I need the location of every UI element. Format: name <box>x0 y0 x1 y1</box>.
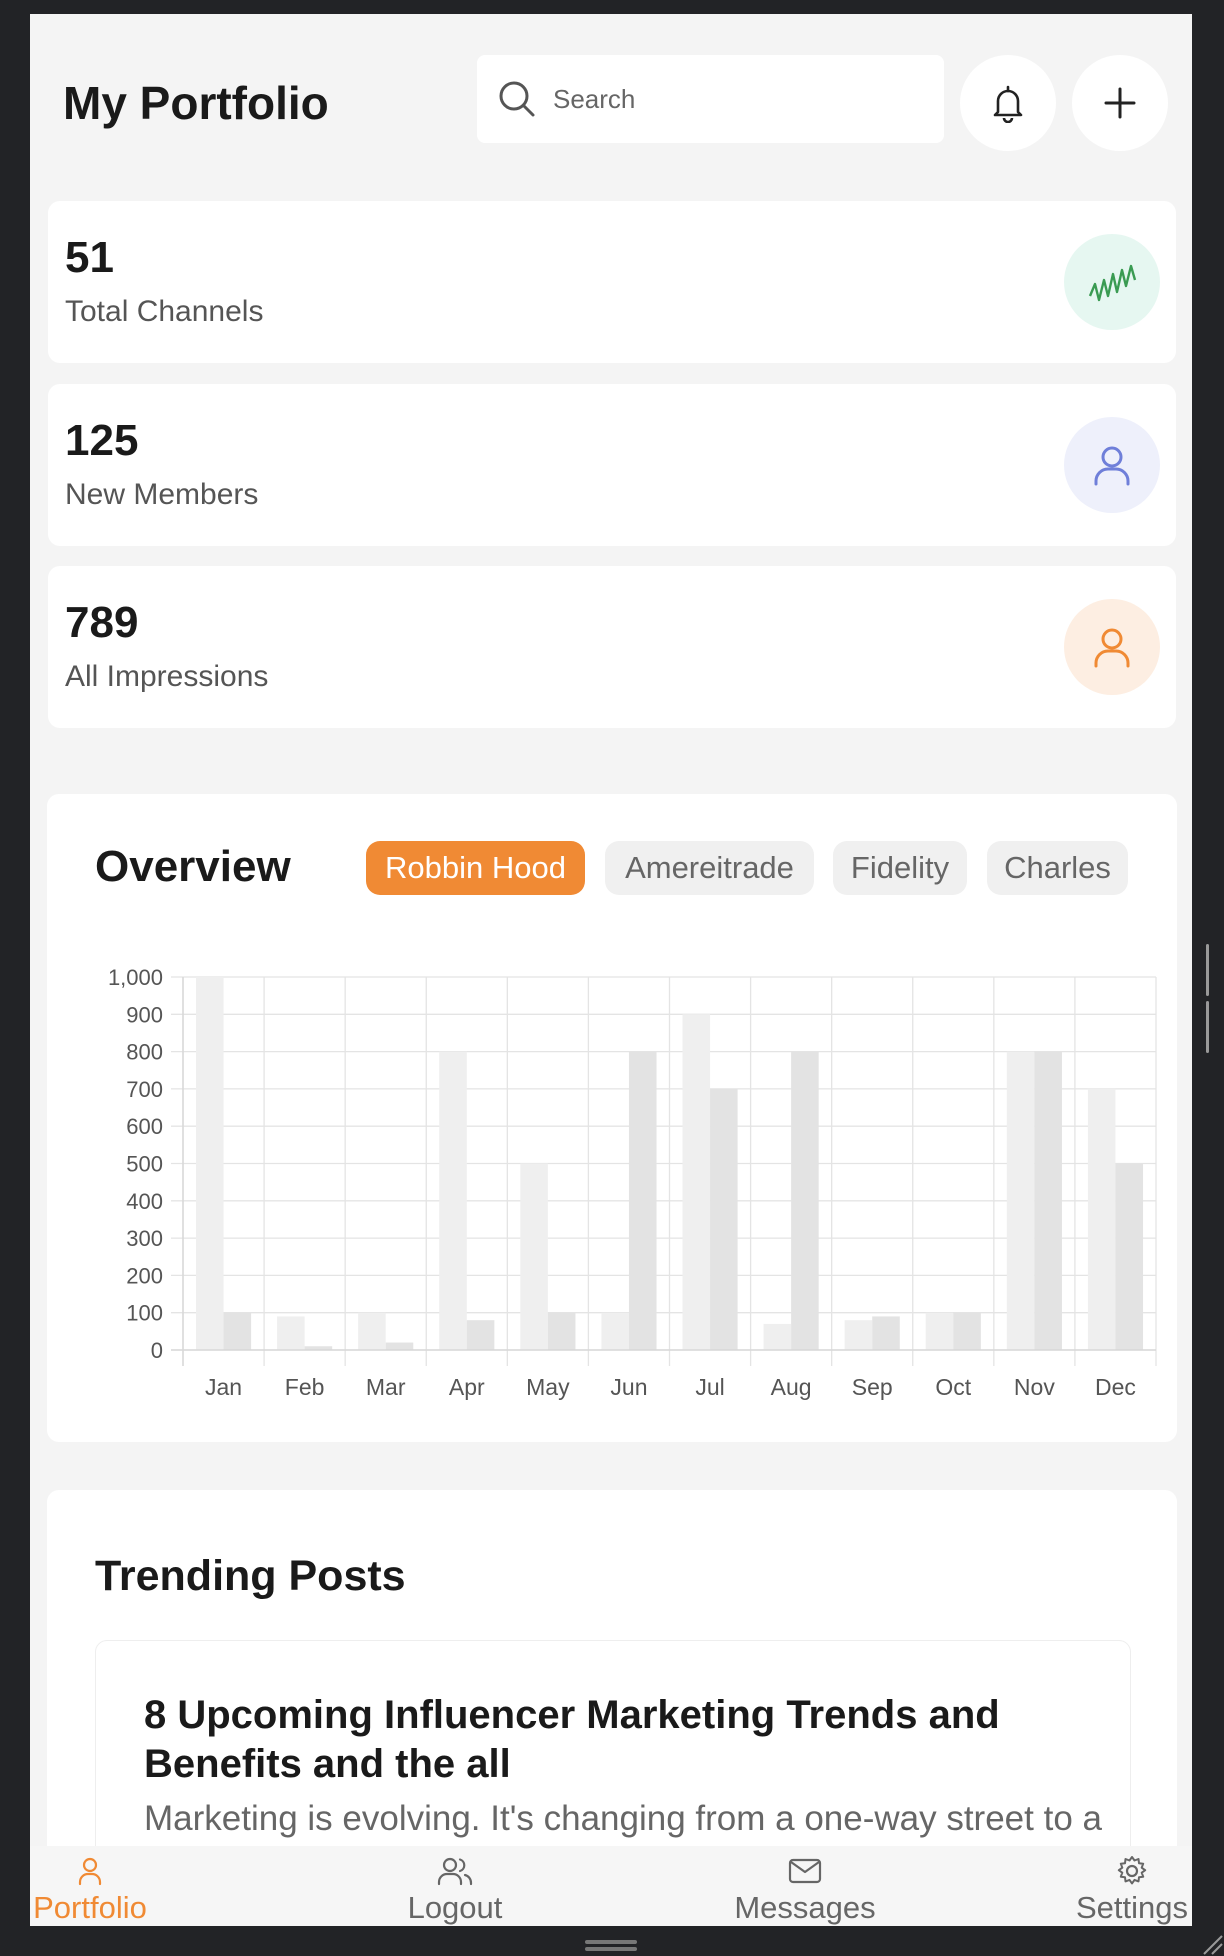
bar <box>1034 1051 1062 1350</box>
post-title[interactable]: 8 Upcoming Influencer Marketing Trends a… <box>144 1691 1044 1789</box>
bar <box>439 1051 467 1350</box>
bar <box>872 1316 900 1350</box>
y-tick-label: 600 <box>126 1114 163 1139</box>
stat-icon-badge <box>1064 417 1160 513</box>
bar <box>844 1320 873 1350</box>
search-input[interactable] <box>551 82 935 116</box>
post-excerpt: Marketing is evolving. It's changing fro… <box>144 1799 1102 1838</box>
user-icon <box>78 1857 102 1886</box>
bar <box>763 1323 792 1350</box>
stat-icon-badge <box>1064 599 1160 695</box>
x-tick-label: Sep <box>852 1374 893 1400</box>
stat-label: All Impressions <box>65 660 269 693</box>
user-icon <box>1094 628 1130 668</box>
header: My Portfolio <box>30 14 1192 194</box>
y-tick-label: 0 <box>151 1338 163 1363</box>
x-tick-label: Nov <box>1014 1374 1055 1400</box>
nav-item-messages[interactable]: Messages <box>695 1846 915 1926</box>
bar <box>277 1316 305 1350</box>
bar <box>1115 1163 1144 1350</box>
stat-value: 51 <box>65 233 114 282</box>
trending-title: Trending Posts <box>95 1552 406 1600</box>
x-tick-label: Dec <box>1095 1374 1136 1400</box>
nav-label: Portfolio <box>33 1890 147 1925</box>
notifications-button[interactable] <box>960 55 1056 151</box>
overview-card: Overview Robbin Hood Amereitrade Fidelit… <box>47 794 1177 1442</box>
app-frame: My Portfolio 51 Total Channels <box>30 14 1192 1926</box>
nav-item-settings[interactable]: Settings <box>1072 1846 1192 1926</box>
bar <box>791 1051 819 1350</box>
stat-label: Total Channels <box>65 295 264 328</box>
bar <box>682 1014 711 1350</box>
bar <box>223 1312 252 1350</box>
page-title: My Portfolio <box>63 77 329 129</box>
nav-label: Settings <box>1075 1890 1188 1925</box>
bar <box>1006 1051 1035 1350</box>
nav-item-portfolio[interactable]: Portfolio <box>30 1846 150 1926</box>
stat-card-new-members: 125 New Members <box>48 384 1176 546</box>
x-tick-label: Aug <box>771 1374 812 1400</box>
zigzag-icon <box>1088 264 1137 302</box>
x-tick-label: May <box>526 1374 570 1400</box>
y-tick-label: 300 <box>126 1226 163 1251</box>
bar <box>195 977 224 1350</box>
users-icon <box>437 1857 473 1886</box>
bar <box>601 1312 629 1350</box>
stat-label: New Members <box>65 478 259 511</box>
x-tick-label: Mar <box>366 1374 406 1400</box>
mail-icon <box>788 1858 822 1884</box>
x-tick-label: Feb <box>285 1374 325 1400</box>
x-tick-label: Jan <box>205 1374 242 1400</box>
bar <box>520 1163 548 1350</box>
y-tick-label: 100 <box>126 1301 163 1326</box>
nav-label: Messages <box>734 1890 876 1925</box>
bar <box>358 1312 386 1350</box>
side-resize-handle[interactable] <box>1206 944 1216 1053</box>
stat-value: 789 <box>65 598 139 647</box>
search-box[interactable] <box>477 55 944 143</box>
y-tick-label: 500 <box>126 1152 163 1177</box>
stat-card-total-channels: 51 Total Channels <box>48 201 1176 363</box>
bar <box>547 1312 576 1350</box>
user-icon <box>1094 446 1130 486</box>
y-tick-label: 800 <box>126 1040 163 1065</box>
nav-item-logout[interactable]: Logout <box>380 1846 530 1926</box>
bar <box>466 1320 495 1350</box>
bell-icon <box>993 85 1023 123</box>
stat-card-all-impressions: 789 All Impressions <box>48 566 1176 728</box>
bar <box>710 1088 738 1350</box>
bar <box>385 1342 414 1350</box>
add-button[interactable] <box>1072 55 1168 151</box>
nav-label: Logout <box>407 1890 503 1925</box>
bar <box>925 1312 954 1350</box>
y-tick-label: 900 <box>126 1002 163 1027</box>
resize-grip-icon[interactable] <box>1200 1926 1224 1956</box>
x-tick-label: Jun <box>610 1374 647 1400</box>
home-indicator-line <box>585 1947 637 1951</box>
x-tick-label: Apr <box>449 1374 485 1400</box>
y-tick-label: 400 <box>126 1189 163 1214</box>
search-icon <box>499 81 535 117</box>
plus-icon <box>1104 87 1136 119</box>
x-tick-label: Oct <box>935 1374 971 1400</box>
stat-icon-badge <box>1064 234 1160 330</box>
home-indicator <box>585 1940 637 1944</box>
bar <box>1087 1088 1116 1350</box>
bar <box>628 1051 657 1350</box>
bar <box>953 1312 981 1350</box>
stat-value: 125 <box>65 416 139 465</box>
bar-chart: 1,000 900 800 700 600 500 400 300 200 100 0 Jan Feb M… <box>108 965 1157 1400</box>
y-tick-label: 1,000 <box>108 965 163 990</box>
y-tick-label: 200 <box>126 1263 163 1288</box>
y-tick-label: 700 <box>126 1077 163 1102</box>
gear-icon <box>1117 1856 1147 1885</box>
bottom-nav: Portfolio Logout Messages Settings <box>30 1846 1192 1926</box>
x-tick-label: Jul <box>695 1374 724 1400</box>
